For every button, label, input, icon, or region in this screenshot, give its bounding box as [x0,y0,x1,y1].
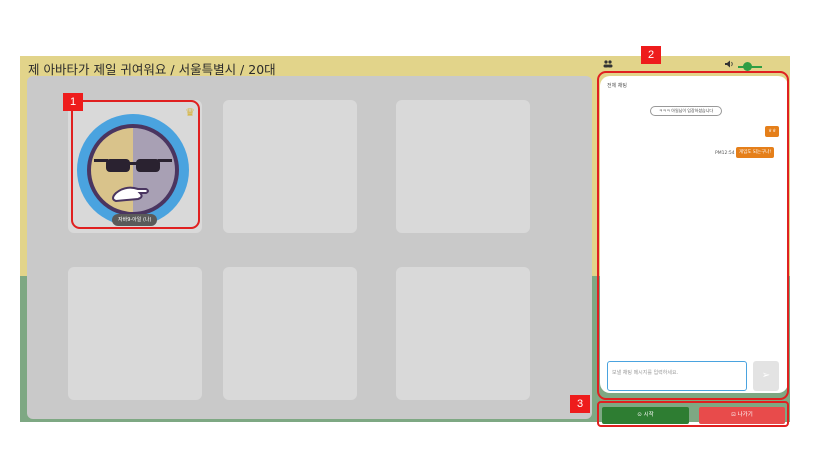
annotation-box-2 [597,71,789,400]
player-slot[interactable] [223,267,357,400]
annotation-badge-1: 1 [63,93,83,111]
player-slot[interactable] [396,100,530,233]
volume-slider-knob[interactable] [743,62,752,71]
people-icon[interactable] [603,60,613,70]
annotation-badge-3: 3 [570,395,590,413]
player-slot[interactable] [68,267,202,400]
annotation-badge-2: 2 [641,46,661,64]
player-slot[interactable] [223,100,357,233]
volume-icon[interactable] [725,60,735,70]
player-slot[interactable] [396,267,530,400]
annotation-box-3 [597,401,789,427]
game-room: 제 아바타가 제일 귀여워요 / 서울특별시 / 20대 ♛ 자바9-아일 (나… [20,46,790,427]
annotation-box-1 [71,100,200,229]
